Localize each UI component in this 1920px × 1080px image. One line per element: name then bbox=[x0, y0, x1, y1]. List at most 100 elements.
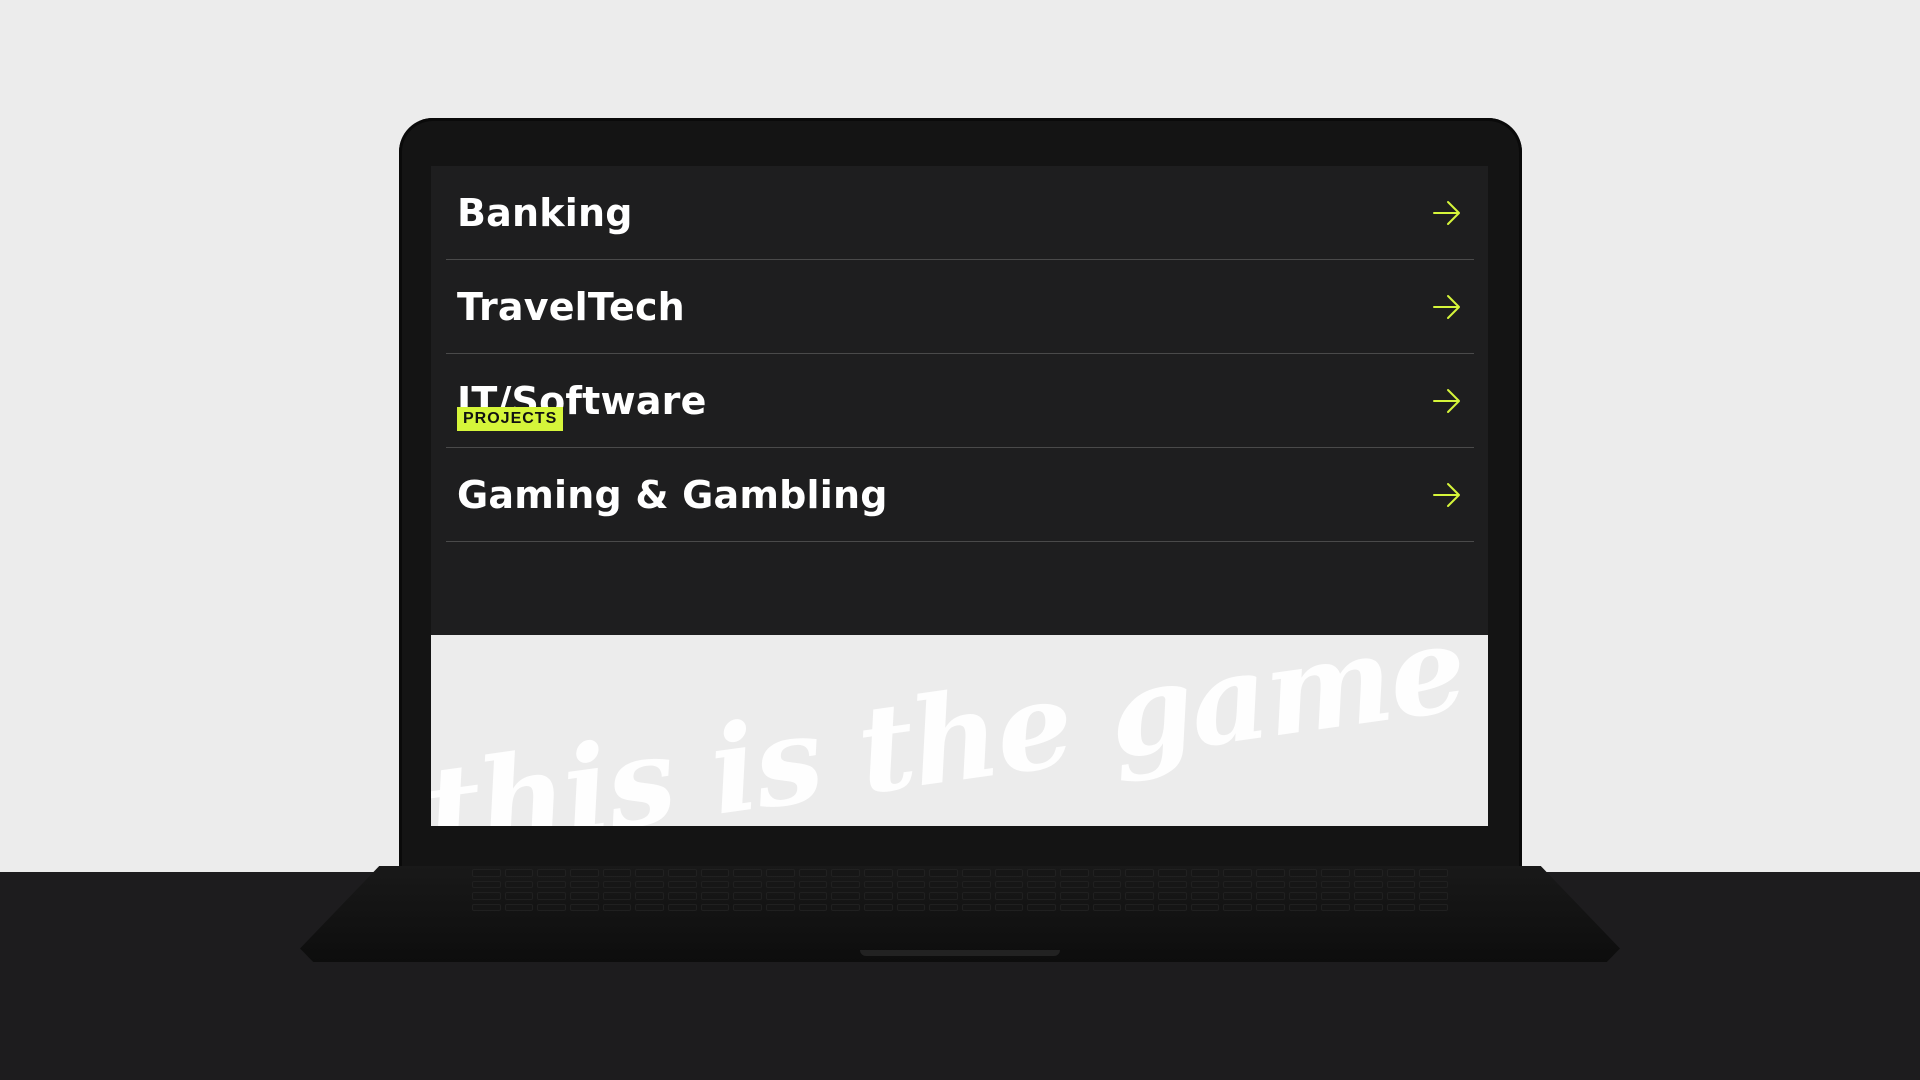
keyboard-key bbox=[1125, 892, 1154, 900]
keyboard-key bbox=[1027, 903, 1056, 911]
keyboard-key bbox=[602, 903, 632, 911]
keyboard-key bbox=[1255, 903, 1285, 911]
keyboard-key bbox=[1321, 869, 1350, 877]
keyboard-key bbox=[504, 880, 534, 888]
industry-label: TravelTech bbox=[457, 284, 685, 329]
keyboard-key bbox=[765, 892, 795, 900]
keyboard-key bbox=[1353, 903, 1383, 911]
keyboard-key bbox=[765, 880, 795, 888]
keyboard-key bbox=[1027, 892, 1056, 900]
keyboard-key bbox=[1092, 869, 1122, 877]
keyboard-key bbox=[733, 869, 762, 877]
keyboard-key bbox=[667, 903, 697, 911]
keyboard-key bbox=[1190, 892, 1220, 900]
keyboard-key bbox=[700, 903, 730, 911]
keyboard-key bbox=[733, 892, 762, 900]
keyboard-key bbox=[667, 880, 697, 888]
keyboard-key bbox=[929, 869, 958, 877]
keyboard-key bbox=[1092, 903, 1122, 911]
industry-item-gaming-gambling[interactable]: Gaming & Gambling bbox=[446, 448, 1474, 542]
arrow-right-icon bbox=[1433, 388, 1460, 413]
keyboard-key bbox=[667, 892, 697, 900]
keyboard-key bbox=[994, 892, 1024, 900]
keyboard-key bbox=[929, 903, 958, 911]
keyboard-key bbox=[569, 903, 599, 911]
keyboard-key bbox=[569, 892, 599, 900]
keyboard-key bbox=[1288, 903, 1318, 911]
keyboard-key bbox=[1157, 903, 1187, 911]
industry-item-banking[interactable]: Banking bbox=[446, 166, 1474, 260]
keyboard-key bbox=[1255, 892, 1285, 900]
keyboard-key bbox=[1027, 869, 1056, 877]
keyboard-key bbox=[504, 903, 534, 911]
keyboard-key bbox=[1288, 869, 1318, 877]
keyboard-key bbox=[635, 903, 664, 911]
keyboard-key bbox=[700, 892, 730, 900]
keyboard-key bbox=[831, 903, 860, 911]
keyboard-key bbox=[798, 869, 828, 877]
keyboard-key bbox=[1157, 869, 1187, 877]
industry-item-traveltech[interactable]: TravelTech bbox=[446, 260, 1474, 354]
keyboard-key bbox=[896, 880, 926, 888]
keyboard-key bbox=[602, 880, 632, 888]
keyboard-key bbox=[1190, 903, 1220, 911]
keyboard-key bbox=[1386, 903, 1416, 911]
keyboard-key bbox=[1419, 903, 1448, 911]
keyboard-key bbox=[798, 903, 828, 911]
keyboard-key bbox=[1255, 869, 1285, 877]
industry-label: Banking bbox=[457, 190, 633, 235]
keyboard-key bbox=[831, 880, 860, 888]
keyboard-key bbox=[472, 880, 501, 888]
keyboard-key bbox=[1059, 903, 1089, 911]
keyboard-key bbox=[635, 869, 664, 877]
arrow-right-icon bbox=[1433, 200, 1460, 225]
arrow-right-icon bbox=[1433, 482, 1460, 507]
industry-list: Banking TravelTech IT/Software Gaming & … bbox=[446, 166, 1474, 542]
keyboard-key bbox=[472, 869, 501, 877]
keyboard-key bbox=[896, 892, 926, 900]
keyboard-key bbox=[1255, 880, 1285, 888]
keyboard-key bbox=[635, 880, 664, 888]
keyboard-key bbox=[1157, 892, 1187, 900]
projects-badge: PROJECTS bbox=[457, 407, 564, 431]
keyboard-key bbox=[929, 892, 958, 900]
keyboard-key bbox=[1386, 880, 1416, 888]
industry-item-it-software[interactable]: IT/Software bbox=[446, 354, 1474, 448]
keyboard-key bbox=[1419, 869, 1448, 877]
keyboard-key bbox=[569, 880, 599, 888]
keyboard-key bbox=[896, 903, 926, 911]
keyboard-key bbox=[1223, 903, 1252, 911]
keyboard-key bbox=[537, 869, 566, 877]
keyboard-key bbox=[537, 880, 566, 888]
keyboard-key bbox=[700, 869, 730, 877]
keyboard-key bbox=[602, 892, 632, 900]
keyboard-key bbox=[1321, 892, 1350, 900]
keyboard-key bbox=[863, 903, 893, 911]
keyboard-key bbox=[504, 892, 534, 900]
keyboard-key bbox=[1092, 892, 1122, 900]
keyboard-key bbox=[1353, 892, 1383, 900]
keyboard-key bbox=[798, 880, 828, 888]
keyboard-key bbox=[602, 869, 632, 877]
keyboard-key bbox=[1419, 880, 1448, 888]
keyboard-key bbox=[994, 869, 1024, 877]
keyboard-key bbox=[961, 903, 991, 911]
keyboard-key bbox=[1288, 892, 1318, 900]
keyboard-key bbox=[1223, 892, 1252, 900]
keyboard-key bbox=[929, 880, 958, 888]
keyboard-key bbox=[537, 903, 566, 911]
keyboard-key bbox=[831, 892, 860, 900]
keyboard-key bbox=[667, 869, 697, 877]
keyboard-key bbox=[831, 869, 860, 877]
keyboard-key bbox=[1419, 892, 1448, 900]
keyboard-key bbox=[635, 892, 664, 900]
keyboard-key bbox=[1059, 869, 1089, 877]
keyboard-key bbox=[961, 892, 991, 900]
keyboard-key bbox=[863, 880, 893, 888]
keyboard-key bbox=[1321, 903, 1350, 911]
keyboard-key bbox=[569, 869, 599, 877]
keyboard-key bbox=[1353, 880, 1383, 888]
keyboard-key bbox=[994, 903, 1024, 911]
projects-section: this is the game we play bbox=[431, 635, 1488, 826]
keyboard-key bbox=[1190, 869, 1220, 877]
